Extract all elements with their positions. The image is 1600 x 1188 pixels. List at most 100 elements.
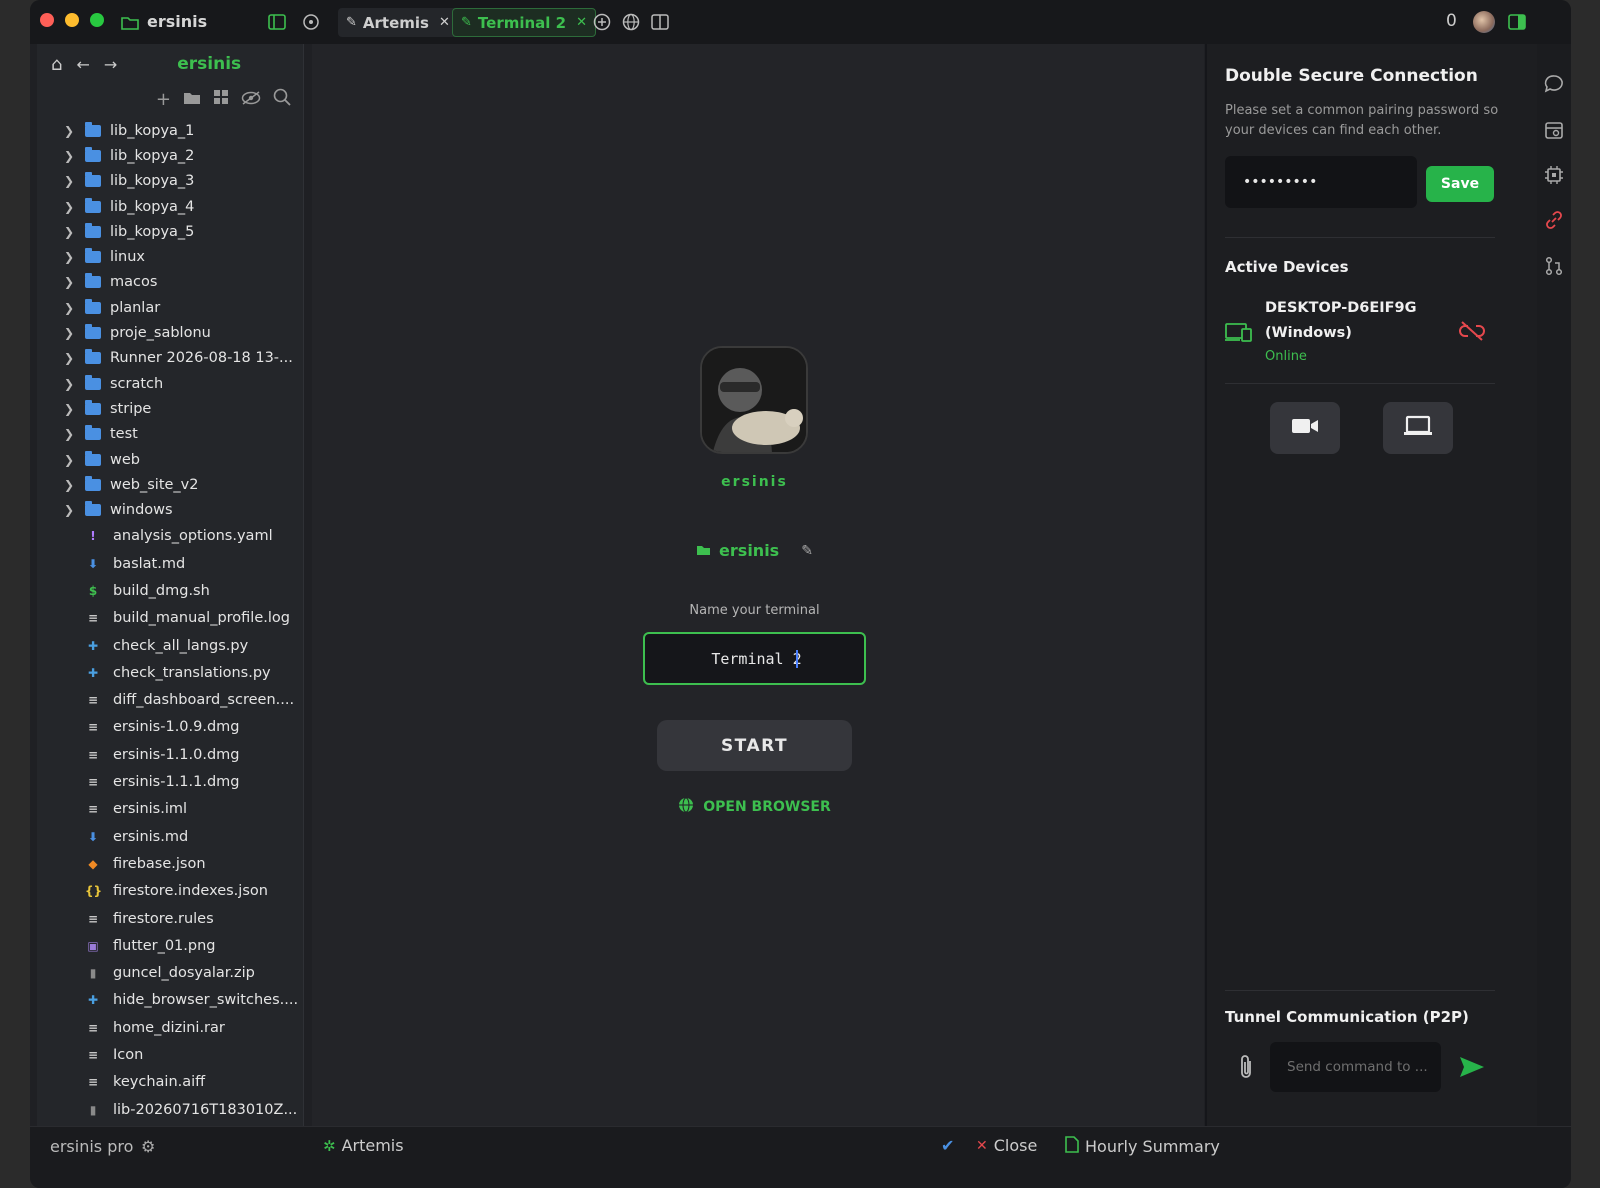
- file-item[interactable]: ◆ firebase.json: [37, 850, 303, 877]
- file-item[interactable]: {} firestore.indexes.json: [37, 878, 303, 905]
- chevron-right-icon[interactable]: ❯: [64, 377, 78, 391]
- toggle-sidebar-icon[interactable]: [265, 10, 289, 34]
- folder-item[interactable]: ❯ lib_kopya_5: [37, 219, 303, 244]
- folder-item[interactable]: ❯ lib_kopya_2: [37, 143, 303, 168]
- file-item[interactable]: ▮ guncel_dosyalar.zip: [37, 960, 303, 987]
- clean-brush-icon[interactable]: ✔: [941, 1136, 954, 1155]
- folder-item[interactable]: ❯ macos: [37, 270, 303, 295]
- minimize-window-button[interactable]: [65, 13, 79, 27]
- chevron-right-icon[interactable]: ❯: [64, 351, 78, 365]
- chip-icon[interactable]: [1544, 165, 1564, 185]
- file-item[interactable]: ▣ flutter_01.png: [37, 932, 303, 959]
- folder-item[interactable]: ❯ test: [37, 422, 303, 447]
- tab-terminal-2[interactable]: ✎ Terminal 2 ✕: [452, 8, 596, 37]
- hourly-summary-button[interactable]: Hourly Summary: [1065, 1136, 1220, 1157]
- folder-item[interactable]: ❯ proje_sablonu: [37, 320, 303, 345]
- link-icon[interactable]: [1544, 210, 1564, 230]
- chevron-right-icon[interactable]: ❯: [64, 250, 78, 264]
- folder-item[interactable]: ❯ planlar: [37, 295, 303, 320]
- folder-item[interactable]: ❯ web: [37, 447, 303, 472]
- unlink-icon[interactable]: [1459, 320, 1485, 346]
- settings-gear-icon[interactable]: ⚙: [141, 1137, 155, 1156]
- user-avatar[interactable]: [1473, 11, 1495, 33]
- chevron-right-icon[interactable]: ❯: [64, 200, 78, 214]
- command-input[interactable]: Send command to ...: [1270, 1042, 1441, 1092]
- folder-item[interactable]: ❯ lib_kopya_4: [37, 194, 303, 219]
- folder-item[interactable]: ❯ linux: [37, 244, 303, 269]
- forward-arrow-icon[interactable]: →: [104, 55, 117, 74]
- right-panel-toggle-icon[interactable]: [1505, 10, 1529, 34]
- folder-item[interactable]: ❯ scratch: [37, 371, 303, 396]
- terminal-name-input[interactable]: Terminal 2: [643, 632, 866, 685]
- save-button[interactable]: Save: [1426, 166, 1494, 202]
- chevron-right-icon[interactable]: ❯: [64, 301, 78, 315]
- attach-icon[interactable]: [1238, 1054, 1254, 1084]
- agent-artemis-button[interactable]: ✲ Artemis: [323, 1136, 404, 1155]
- folder-item[interactable]: ❯ web_site_v2: [37, 472, 303, 497]
- device-item[interactable]: DESKTOP-D6EIF9G (Windows) Online: [1225, 296, 1495, 376]
- new-file-icon[interactable]: +: [156, 89, 171, 110]
- file-item[interactable]: ✚ check_all_langs.py: [37, 632, 303, 659]
- file-item[interactable]: ≡ diff_dashboard_screen....: [37, 687, 303, 714]
- file-item[interactable]: ≡ home_dizini.rar: [37, 1014, 303, 1041]
- file-item[interactable]: ≡ ersinis.iml: [37, 796, 303, 823]
- split-view-icon[interactable]: [648, 10, 672, 34]
- chevron-right-icon[interactable]: ❯: [64, 402, 78, 416]
- file-item[interactable]: ≡ ersinis-1.1.1.dmg: [37, 768, 303, 795]
- file-item[interactable]: ≡ ersinis-1.0.9.dmg: [37, 714, 303, 741]
- open-browser-button[interactable]: OPEN BROWSER: [312, 797, 1197, 817]
- chevron-right-icon[interactable]: ❯: [64, 275, 78, 289]
- file-item[interactable]: ⬇ baslat.md: [37, 550, 303, 577]
- tab-artemis[interactable]: ✎ Artemis ✕: [338, 8, 458, 37]
- file-item[interactable]: ≡ Icon: [37, 1041, 303, 1068]
- send-icon[interactable]: [1459, 1056, 1485, 1082]
- close-tab-icon[interactable]: ✕: [439, 15, 450, 30]
- globe-icon[interactable]: [619, 10, 643, 34]
- folder-item[interactable]: ❯ lib_kopya_1: [37, 118, 303, 143]
- chevron-right-icon[interactable]: ❯: [64, 427, 78, 441]
- start-button[interactable]: START: [657, 720, 852, 771]
- folder-item[interactable]: ❯ lib_kopya_3: [37, 169, 303, 194]
- file-item[interactable]: ≡ firestore.rules: [37, 905, 303, 932]
- file-item[interactable]: ✚ hide_browser_switches....: [37, 987, 303, 1014]
- pairing-password-input[interactable]: •••••••••: [1225, 156, 1417, 208]
- chevron-right-icon[interactable]: ❯: [64, 174, 78, 188]
- chevron-right-icon[interactable]: ❯: [64, 503, 78, 517]
- file-item[interactable]: $ build_dmg.sh: [37, 577, 303, 604]
- chevron-right-icon[interactable]: ❯: [64, 124, 78, 138]
- file-item[interactable]: ⬇ ersinis.md: [37, 823, 303, 850]
- file-item[interactable]: ▮ lib-20260716T183010Z...: [37, 1096, 303, 1123]
- close-tab-icon[interactable]: ✕: [576, 15, 587, 30]
- close-window-button[interactable]: [40, 13, 54, 27]
- screen-share-button[interactable]: [1383, 402, 1453, 454]
- chat-bubble-icon[interactable]: [1544, 74, 1564, 94]
- chevron-right-icon[interactable]: ❯: [64, 478, 78, 492]
- working-folder[interactable]: ersinis ✎: [312, 541, 1197, 560]
- file-item[interactable]: ! analysis_options.yaml: [37, 523, 303, 550]
- add-tab-icon[interactable]: [590, 10, 614, 34]
- folder-item[interactable]: ❯ stripe: [37, 396, 303, 421]
- folder-item[interactable]: ❯ Runner 2026-08-18 13-...: [37, 346, 303, 371]
- close-button[interactable]: ✕ Close: [976, 1136, 1037, 1155]
- file-item[interactable]: ✚ check_translations.py: [37, 659, 303, 686]
- video-call-button[interactable]: [1270, 402, 1340, 454]
- back-arrow-icon[interactable]: ←: [76, 55, 89, 74]
- git-pull-request-icon[interactable]: [1544, 256, 1564, 276]
- search-icon[interactable]: [273, 88, 291, 110]
- chevron-right-icon[interactable]: ❯: [64, 326, 78, 340]
- file-item[interactable]: ≡ build_manual_profile.log: [37, 605, 303, 632]
- zoom-window-button[interactable]: [90, 13, 104, 27]
- grid-view-icon[interactable]: [213, 89, 229, 109]
- new-folder-icon[interactable]: [183, 90, 201, 109]
- file-item[interactable]: ≡ ersinis-1.1.0.dmg: [37, 741, 303, 768]
- home-icon[interactable]: ⌂: [51, 54, 62, 75]
- file-item[interactable]: ≡ keychain.aiff: [37, 1069, 303, 1096]
- edit-folder-icon[interactable]: ✎: [801, 543, 813, 559]
- calendar-icon[interactable]: [1544, 120, 1564, 140]
- target-icon[interactable]: [299, 10, 323, 34]
- chevron-right-icon[interactable]: ❯: [64, 453, 78, 467]
- folder-item[interactable]: ❯ windows: [37, 497, 303, 522]
- hide-files-icon[interactable]: [241, 90, 261, 109]
- chevron-right-icon[interactable]: ❯: [64, 225, 78, 239]
- chevron-right-icon[interactable]: ❯: [64, 149, 78, 163]
